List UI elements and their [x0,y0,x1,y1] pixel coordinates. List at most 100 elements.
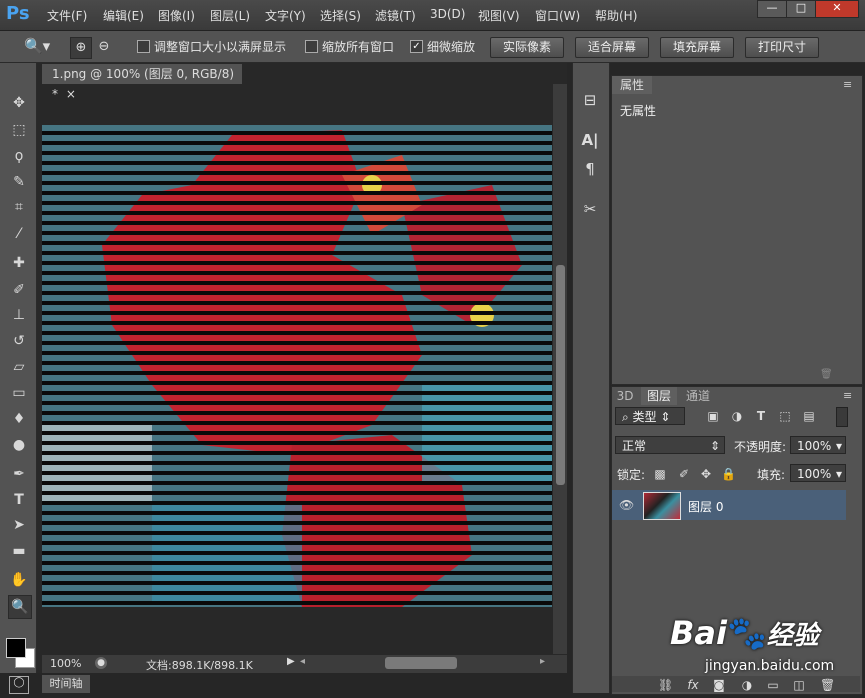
type-tool-icon[interactable]: T [8,489,30,511]
tab-channels[interactable]: 通道 [680,387,716,405]
zoom-tool-preset-icon[interactable]: 🔍▾ [24,37,54,57]
lock-position-icon[interactable]: ✥ [699,467,713,481]
watermark-brand: Bai [670,614,727,652]
character-panel-icon[interactable]: A| [578,128,602,152]
blend-mode-dropdown[interactable]: 正常 ⇕ [615,436,725,454]
layer-visibility-eye-icon[interactable]: 👁 [619,498,634,512]
restore-button[interactable]: □ [786,0,816,18]
gradient-tool-icon[interactable]: ▭ [8,382,30,404]
marquee-tool-icon[interactable]: ⬚ [8,119,30,141]
menu-type[interactable]: 文字(Y) [265,7,306,24]
document-tab[interactable]: 1.png @ 100% (图层 0, RGB/8) * × [42,64,242,101]
tool-presets-icon[interactable]: ✂ [578,197,602,221]
pen-tool-icon[interactable]: ✒ [8,463,30,485]
lock-transparent-icon[interactable]: ▩ [653,467,667,481]
menu-edit[interactable]: 编辑(E) [103,7,144,24]
link-layers-icon[interactable]: ⛓ [658,678,673,692]
opacity-label: 不透明度: [734,440,787,454]
menu-select[interactable]: 选择(S) [320,7,361,24]
quick-select-tool-icon[interactable]: ✎ [8,171,30,193]
delete-layer-icon[interactable]: 🗑 [820,678,835,692]
filter-pixel-icon[interactable]: ▣ [706,409,720,423]
history-brush-tool-icon[interactable]: ↺ [8,330,30,352]
menu-filter[interactable]: 滤镜(T) [375,7,416,24]
new-adjustment-icon[interactable]: ◑ [740,678,754,692]
filter-adjustment-icon[interactable]: ◑ [730,409,744,423]
dodge-tool-icon[interactable]: ● [8,434,30,456]
blur-tool-icon[interactable]: ♦ [8,408,30,430]
fit-screen-button[interactable]: 适合屏幕 [575,37,649,58]
eyedropper-tool-icon[interactable]: ⁄ [8,223,30,245]
zoom-level[interactable]: 100% [50,657,81,670]
filter-toggle-switch[interactable] [836,407,848,427]
zoom-out-icon[interactable]: ⊖ [94,37,114,57]
scrubby-zoom-checkbox[interactable]: ✓ [410,40,423,53]
timeline-tab[interactable]: 时间轴 [42,675,90,693]
foreground-color-swatch-front[interactable] [6,638,26,658]
image-canvas[interactable] [42,125,552,607]
menu-file[interactable]: 文件(F) [47,7,87,24]
menu-3d[interactable]: 3D(D) [430,7,465,21]
properties-delete-icon[interactable]: 🗑 [820,369,833,380]
scrubby-zoom-label: 细微缩放 [427,40,476,54]
status-info-icon[interactable]: ● [95,657,107,669]
new-layer-icon[interactable]: ◫ [792,678,806,692]
fill-input[interactable]: 100% ▾ [790,464,846,482]
vertical-scroll-thumb[interactable] [556,265,565,485]
paragraph-panel-icon[interactable]: ¶ [578,157,602,181]
hand-tool-icon[interactable]: ✋ [8,569,30,591]
print-size-button[interactable]: 打印尺寸 [745,37,819,58]
baidu-jingyan-watermark: Bai🐾经验 jingyan.baidu.com [670,600,860,680]
quick-mask-icon[interactable]: ◯ [9,676,29,694]
lasso-tool-icon[interactable]: ϙ [8,145,30,167]
stamp-tool-icon[interactable]: ⊥ [8,304,30,326]
close-button[interactable]: ✕ [815,0,859,18]
lock-pixels-icon[interactable]: ✐ [677,467,691,481]
zoom-in-icon[interactable]: ⊕ [70,37,92,59]
tab-layers[interactable]: 图层 [641,387,677,405]
horizontal-scroll-thumb[interactable] [385,657,457,669]
watermark-brand-cn: 经验 [766,621,819,651]
menu-image[interactable]: 图像(I) [158,7,195,24]
actual-pixels-button[interactable]: 实际像素 [490,37,564,58]
shape-tool-icon[interactable]: ▬ [8,540,30,562]
filter-shape-icon[interactable]: ⬚ [778,409,792,423]
lock-all-icon[interactable]: 🔒 [721,467,736,481]
zoom-tool-icon[interactable]: 🔍 [8,595,32,619]
layer-name[interactable]: 图层 0 [688,498,723,515]
fill-screen-button[interactable]: 填充屏幕 [660,37,734,58]
menu-window[interactable]: 窗口(W) [535,7,580,24]
paw-icon: 🐾 [726,614,767,652]
properties-tab[interactable]: 属性 [612,76,652,94]
document-tab-close-icon[interactable]: × [66,87,76,101]
brush-tool-icon[interactable]: ✐ [8,279,30,301]
properties-panel [611,75,863,385]
status-menu-arrow-icon[interactable]: ▶ [287,656,295,667]
opacity-input[interactable]: 100% ▾ [790,436,846,454]
scroll-left-arrow-icon[interactable]: ◂ [300,656,305,667]
filter-smart-object-icon[interactable]: ▤ [802,409,816,423]
layer-style-fx-icon[interactable]: fx [686,678,700,692]
add-mask-icon[interactable]: ◙ [712,678,726,692]
filter-type-icon[interactable]: T [754,409,768,423]
tab-3d[interactable]: 3D [613,387,637,405]
path-select-tool-icon[interactable]: ➤ [8,514,30,536]
layer-filter-dropdown[interactable]: ⌕ 类型 ⇕ [615,407,685,425]
canvas-image [42,125,552,607]
new-group-icon[interactable]: ▭ [766,678,780,692]
zoom-all-checkbox[interactable] [305,40,318,53]
eraser-tool-icon[interactable]: ▱ [8,356,30,378]
menu-view[interactable]: 视图(V) [478,7,520,24]
healing-brush-tool-icon[interactable]: ✚ [8,252,30,274]
resize-windows-checkbox[interactable] [137,40,150,53]
move-tool-icon[interactable]: ✥ [8,92,30,114]
crop-tool-icon[interactable]: ⌗ [8,196,30,218]
layers-menu-icon[interactable]: ≡ [843,389,852,402]
menu-help[interactable]: 帮助(H) [595,7,637,24]
minimize-button[interactable]: — [757,0,787,18]
history-panel-icon[interactable]: ⊟ [578,88,602,112]
fill-label: 填充: [757,468,786,482]
scroll-right-arrow-icon[interactable]: ▸ [540,656,545,667]
properties-menu-icon[interactable]: ≡ [843,78,852,91]
menu-layer[interactable]: 图层(L) [210,7,250,24]
